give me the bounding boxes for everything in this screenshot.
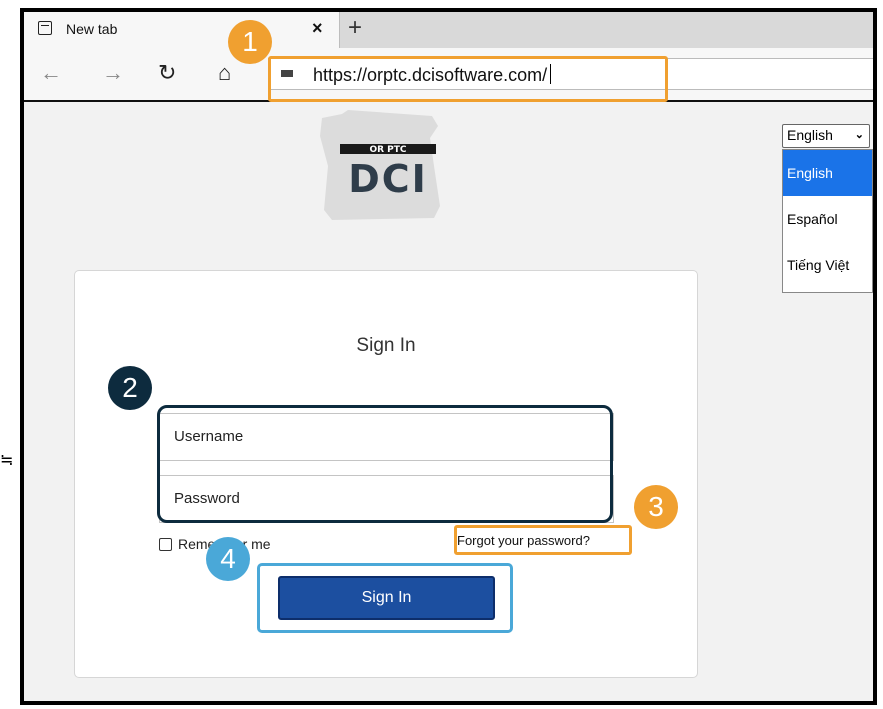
annotation-badge-4: 4 — [206, 537, 250, 581]
tab-strip: New tab × + — [24, 12, 873, 48]
language-select[interactable]: English ⌄ — [782, 124, 870, 148]
home-icon[interactable]: ⌂ — [218, 60, 231, 86]
sign-in-button-highlight — [257, 563, 513, 633]
credentials-highlight — [157, 405, 613, 523]
annotation-badge-2: 2 — [108, 366, 152, 410]
language-option-espanol[interactable]: Español — [783, 196, 872, 242]
logo-dci-text: DCI — [348, 157, 428, 201]
tab-title: New tab — [66, 21, 118, 37]
or-ptc-dci-logo: OR PTC DCI — [312, 106, 452, 226]
language-option-tieng-viet[interactable]: Tiếng Việt — [783, 242, 872, 288]
chevron-down-icon: ⌄ — [854, 129, 864, 141]
forward-arrow-icon[interactable]: → — [102, 60, 124, 86]
back-arrow-icon[interactable]: ← — [40, 60, 62, 86]
annotation-badge-3: 3 — [634, 485, 678, 529]
browser-window: New tab × + ← → ↻ ⌂ https://orptc.dcisof… — [20, 8, 877, 705]
remember-me-checkbox[interactable] — [159, 538, 172, 551]
logo-or-ptc-text: OR PTC — [369, 145, 406, 155]
close-tab-icon[interactable]: × — [312, 18, 323, 39]
annotation-badge-1: 1 — [228, 20, 272, 64]
sign-in-heading: Sign In — [356, 335, 416, 356]
refresh-icon[interactable]: ↻ — [158, 60, 176, 86]
address-bar-highlight — [268, 56, 668, 102]
page-icon — [38, 21, 52, 35]
tab-new-tab[interactable]: New tab × — [24, 12, 340, 48]
new-tab-icon[interactable]: + — [348, 14, 362, 42]
language-option-english[interactable]: English — [783, 150, 872, 196]
language-dropdown-list: English Español Tiếng Việt — [782, 149, 873, 293]
forgot-password-highlight — [454, 525, 632, 555]
page-edge-mark: ≒ — [0, 452, 14, 469]
